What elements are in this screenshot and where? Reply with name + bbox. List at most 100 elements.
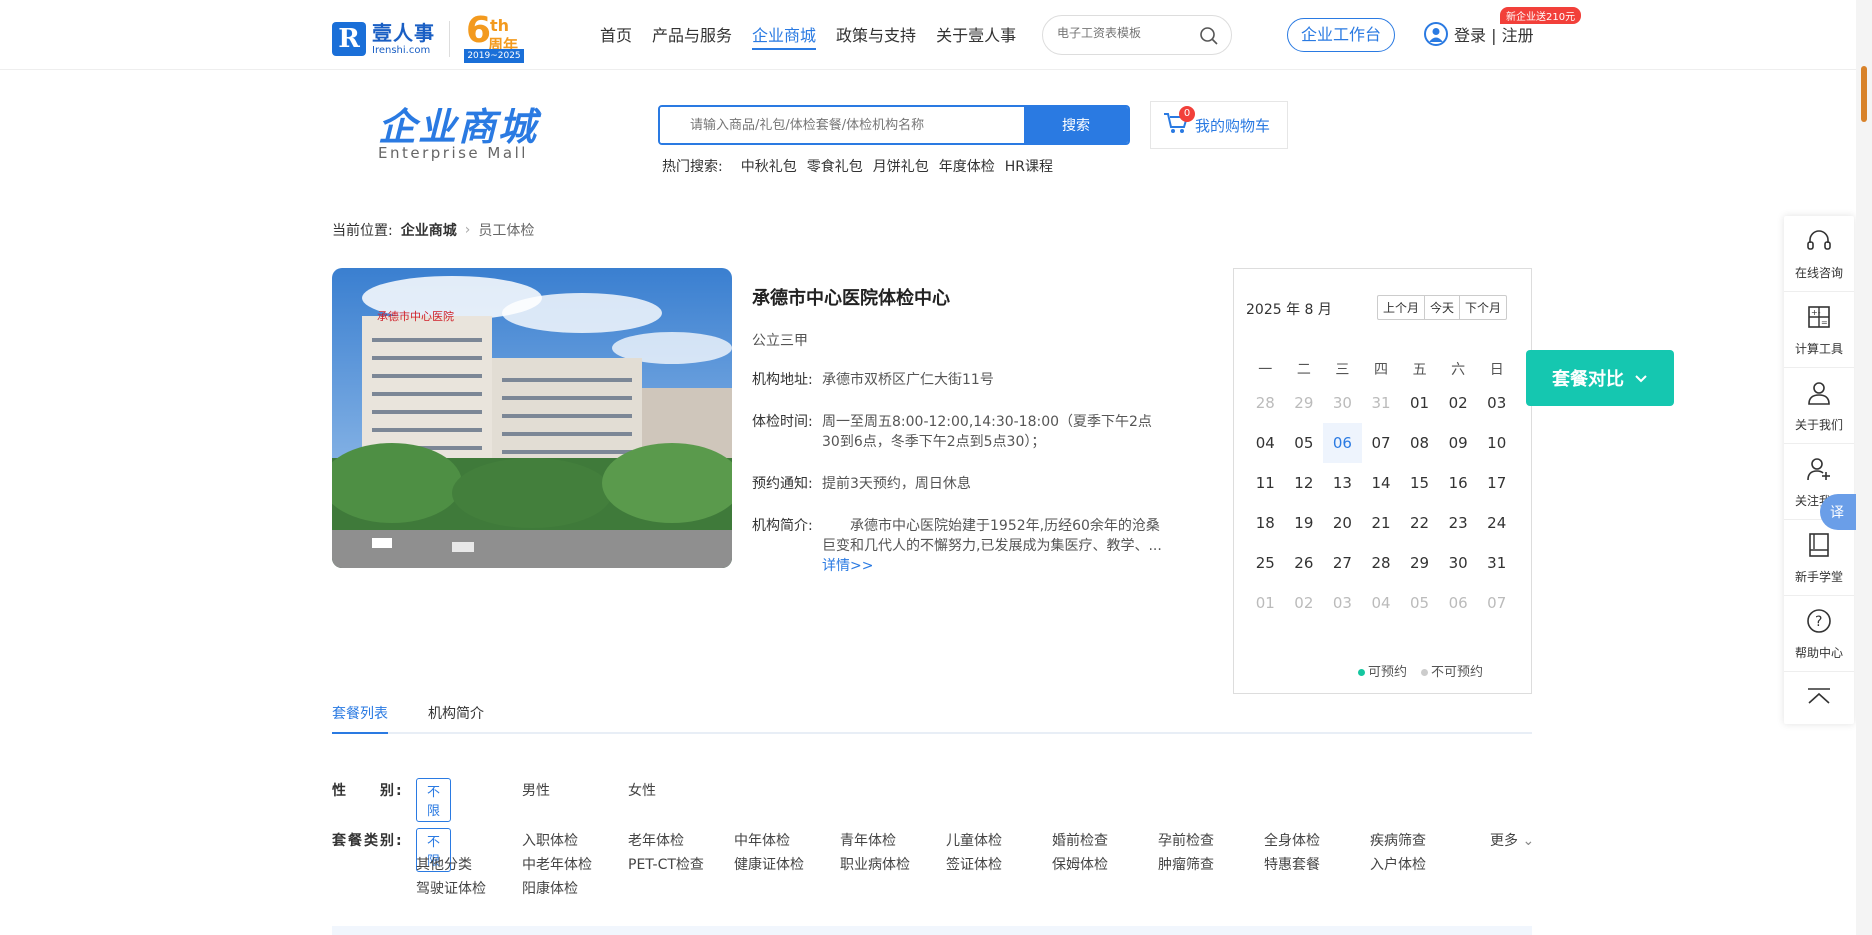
calendar-day[interactable]: 05 <box>1400 583 1439 623</box>
calendar-day[interactable]: 25 <box>1246 543 1285 583</box>
calendar-day[interactable]: 04 <box>1362 583 1401 623</box>
tab-package-list[interactable]: 套餐列表 <box>332 704 388 734</box>
hot-search-item[interactable]: 零食礼包 <box>807 156 863 176</box>
gender-option-unlimited[interactable]: 不限 <box>416 778 452 822</box>
calendar-day[interactable]: 06 <box>1439 583 1478 623</box>
calendar-day[interactable]: 01 <box>1246 583 1285 623</box>
hot-search-item[interactable]: HR课程 <box>1005 156 1053 176</box>
login-register-link[interactable]: 登录 | 注册 <box>1454 22 1534 46</box>
calendar-day[interactable]: 03 <box>1323 583 1362 623</box>
calc-tools-button[interactable]: +- = 计算工具 <box>1784 292 1854 368</box>
category-option[interactable]: 签证体检 <box>946 854 1002 874</box>
translate-button[interactable]: 译 <box>1820 494 1860 530</box>
calendar-day[interactable]: 27 <box>1323 543 1362 583</box>
online-consult-button[interactable]: 在线咨询 <box>1784 216 1854 292</box>
calendar-day[interactable]: 26 <box>1285 543 1324 583</box>
category-option[interactable]: 其他分类 <box>416 854 472 874</box>
calendar-day[interactable]: 01 <box>1400 383 1439 423</box>
nav-about[interactable]: 关于壹人事 <box>936 24 1016 48</box>
calendar-day[interactable]: 23 <box>1439 503 1478 543</box>
category-option[interactable]: 全身体检 <box>1264 830 1320 850</box>
detail-link[interactable]: 详情>> <box>822 558 873 574</box>
page-scrollbar[interactable] <box>1856 0 1872 935</box>
calendar-day[interactable]: 21 <box>1362 503 1401 543</box>
workbench-button[interactable]: 企业工作台 <box>1287 18 1395 52</box>
calendar-day[interactable]: 07 <box>1362 423 1401 463</box>
gender-option-male[interactable]: 男性 <box>522 780 550 800</box>
nav-policy[interactable]: 政策与支持 <box>836 24 916 48</box>
calendar-day[interactable]: 19 <box>1285 503 1324 543</box>
help-center-button[interactable]: ? 帮助中心 <box>1784 596 1854 672</box>
calendar-day[interactable]: 28 <box>1246 383 1285 423</box>
category-option[interactable]: 中年体检 <box>734 830 790 850</box>
site-logo[interactable]: R 壹人事 Irenshi.com 6 th 周年 2019~2025 <box>332 10 526 64</box>
calendar-day[interactable]: 09 <box>1439 423 1478 463</box>
calendar-day[interactable]: 02 <box>1439 383 1478 423</box>
category-option[interactable]: 老年体检 <box>628 830 684 850</box>
calendar-day[interactable]: 08 <box>1400 423 1439 463</box>
calendar-day[interactable]: 30 <box>1439 543 1478 583</box>
tab-institution-intro[interactable]: 机构简介 <box>428 704 484 734</box>
calendar-day[interactable]: 13 <box>1323 463 1362 503</box>
today-button[interactable]: 今天 <box>1425 296 1461 319</box>
category-option[interactable]: 驾驶证体检 <box>416 878 486 898</box>
search-icon[interactable] <box>1199 26 1219 50</box>
gender-option-female[interactable]: 女性 <box>628 780 656 800</box>
nav-products[interactable]: 产品与服务 <box>652 24 732 48</box>
calendar-day[interactable]: 12 <box>1285 463 1324 503</box>
calendar-day[interactable]: 24 <box>1477 503 1516 543</box>
category-option[interactable]: 入户体检 <box>1370 854 1426 874</box>
calendar-day[interactable]: 15 <box>1400 463 1439 503</box>
calendar-day[interactable]: 10 <box>1477 423 1516 463</box>
category-option[interactable]: PET-CT检查 <box>628 854 704 874</box>
category-option[interactable]: 肿瘤筛查 <box>1158 854 1214 874</box>
category-option[interactable]: 儿童体检 <box>946 830 1002 850</box>
calendar-day[interactable]: 02 <box>1285 583 1324 623</box>
package-compare-button[interactable]: 套餐对比 <box>1526 350 1674 406</box>
category-option[interactable]: 青年体检 <box>840 830 896 850</box>
back-to-top-button[interactable] <box>1784 672 1854 724</box>
hot-search-item[interactable]: 中秋礼包 <box>741 156 797 176</box>
calendar-day[interactable]: 28 <box>1362 543 1401 583</box>
calendar-day[interactable]: 30 <box>1323 383 1362 423</box>
calendar-day[interactable]: 17 <box>1477 463 1516 503</box>
nav-home[interactable]: 首页 <box>600 24 632 48</box>
hot-search-item[interactable]: 年度体检 <box>939 156 995 176</box>
cart-button[interactable]: 0 我的购物车 <box>1150 101 1288 149</box>
category-option[interactable]: 疾病筛查 <box>1370 830 1426 850</box>
about-us-button[interactable]: 关于我们 <box>1784 368 1854 444</box>
calendar-day[interactable]: 29 <box>1285 383 1324 423</box>
category-option[interactable]: 健康证体检 <box>734 854 804 874</box>
login-register[interactable]: 登录 | 注册 <box>1424 22 1534 46</box>
calendar-day[interactable]: 03 <box>1477 383 1516 423</box>
calendar-day[interactable]: 14 <box>1362 463 1401 503</box>
category-option[interactable]: 入职体检 <box>522 830 578 850</box>
mall-search-input[interactable] <box>660 107 1024 143</box>
next-month-button[interactable]: 下个月 <box>1460 296 1506 319</box>
newbie-school-button[interactable]: 新手学堂 <box>1784 520 1854 596</box>
hot-search-item[interactable]: 月饼礼包 <box>873 156 929 176</box>
calendar-day[interactable]: 22 <box>1400 503 1439 543</box>
category-option[interactable]: 职业病体检 <box>840 854 910 874</box>
prev-month-button[interactable]: 上个月 <box>1378 296 1426 319</box>
calendar-day[interactable]: 20 <box>1323 503 1362 543</box>
calendar-day[interactable]: 04 <box>1246 423 1285 463</box>
calendar-day[interactable]: 11 <box>1246 463 1285 503</box>
category-option[interactable]: 中老年体检 <box>522 854 592 874</box>
category-option[interactable]: 保姆体检 <box>1052 854 1108 874</box>
calendar-day[interactable]: 18 <box>1246 503 1285 543</box>
category-option[interactable]: 阳康体检 <box>522 878 578 898</box>
mall-search-button[interactable]: 搜索 <box>1024 107 1128 143</box>
nav-mall[interactable]: 企业商城 <box>752 24 817 50</box>
category-option[interactable]: 孕前检查 <box>1158 830 1214 850</box>
calendar-day[interactable]: 29 <box>1400 543 1439 583</box>
calendar-day[interactable]: 07 <box>1477 583 1516 623</box>
calendar-day[interactable]: 06 <box>1323 423 1362 463</box>
calendar-day[interactable]: 05 <box>1285 423 1324 463</box>
calendar-day[interactable]: 31 <box>1477 543 1516 583</box>
more-categories-button[interactable]: 更多 ⌄ <box>1490 830 1534 850</box>
breadcrumb-mall[interactable]: 企业商城 <box>401 220 457 240</box>
category-option[interactable]: 特惠套餐 <box>1264 854 1320 874</box>
calendar-day[interactable]: 31 <box>1362 383 1401 423</box>
header-search-input[interactable] <box>1057 26 1197 40</box>
